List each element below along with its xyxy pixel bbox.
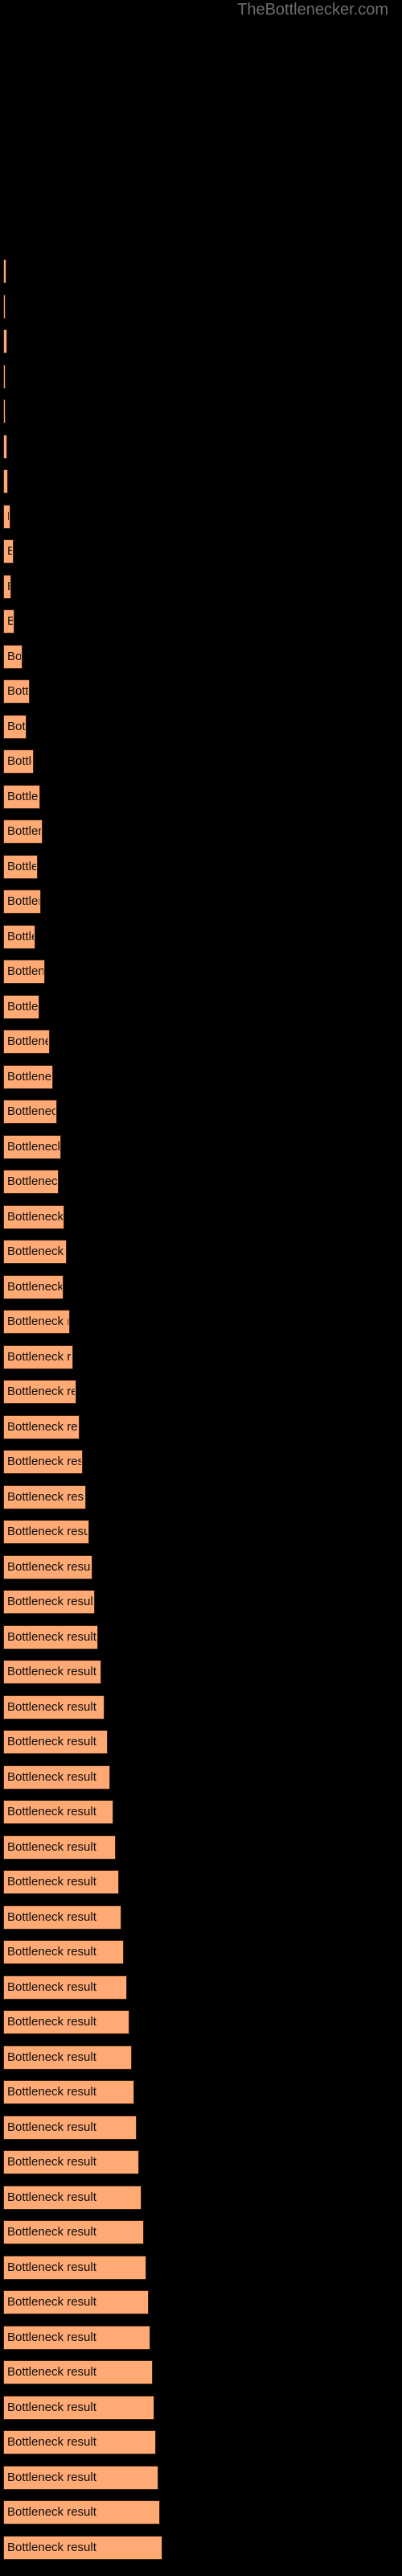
bar[interactable] bbox=[3, 399, 6, 423]
bar[interactable] bbox=[3, 1520, 89, 1544]
bar[interactable] bbox=[3, 645, 23, 669]
page-root: TheBottlenecker.com Bottleneck resultBot… bbox=[0, 0, 402, 2576]
bar[interactable] bbox=[3, 469, 8, 493]
bar[interactable] bbox=[3, 2500, 160, 2524]
bar[interactable] bbox=[3, 890, 41, 914]
bar[interactable] bbox=[3, 2080, 134, 2104]
bar[interactable] bbox=[3, 715, 27, 739]
bar[interactable] bbox=[3, 329, 7, 353]
bar[interactable] bbox=[3, 925, 35, 949]
bar[interactable] bbox=[3, 1415, 80, 1439]
bar[interactable] bbox=[3, 1800, 113, 1824]
bar[interactable] bbox=[3, 1170, 59, 1194]
bar[interactable] bbox=[3, 1660, 101, 1684]
bar[interactable] bbox=[3, 855, 38, 879]
bar[interactable] bbox=[3, 1590, 95, 1614]
bottleneck-bar-chart: Bottleneck resultBottleneck resultBottle… bbox=[0, 0, 402, 2576]
bar[interactable] bbox=[3, 679, 30, 704]
bar[interactable] bbox=[3, 539, 14, 564]
bar[interactable] bbox=[3, 1205, 64, 1229]
bar[interactable] bbox=[3, 2046, 132, 2070]
bar[interactable] bbox=[3, 1625, 98, 1649]
bar[interactable] bbox=[3, 2326, 150, 2350]
bar[interactable] bbox=[3, 1135, 61, 1159]
bar[interactable] bbox=[3, 1905, 121, 1930]
bar[interactable] bbox=[3, 1240, 67, 1264]
bar[interactable] bbox=[3, 365, 6, 389]
bar[interactable] bbox=[3, 1730, 108, 1754]
bar[interactable] bbox=[3, 749, 34, 774]
bar[interactable] bbox=[3, 1310, 70, 1334]
bar[interactable] bbox=[3, 259, 6, 283]
bar[interactable] bbox=[3, 2360, 153, 2384]
bar[interactable] bbox=[3, 995, 39, 1019]
bar[interactable] bbox=[3, 2010, 129, 2034]
bar[interactable] bbox=[3, 2220, 144, 2244]
bar[interactable] bbox=[3, 1555, 92, 1579]
bar[interactable] bbox=[3, 1380, 76, 1404]
bar[interactable] bbox=[3, 785, 40, 809]
bar[interactable] bbox=[3, 1485, 86, 1509]
bar[interactable] bbox=[3, 1345, 73, 1369]
bar[interactable] bbox=[3, 1065, 53, 1089]
bar[interactable] bbox=[3, 295, 6, 319]
bar[interactable] bbox=[3, 819, 43, 844]
bar[interactable] bbox=[3, 2116, 137, 2140]
bar[interactable] bbox=[3, 1450, 83, 1474]
bar[interactable] bbox=[3, 1975, 127, 2000]
bar[interactable] bbox=[3, 1765, 110, 1790]
bar[interactable] bbox=[3, 1275, 64, 1299]
bar[interactable] bbox=[3, 2466, 158, 2490]
bar[interactable] bbox=[3, 609, 14, 634]
bar[interactable] bbox=[3, 1030, 50, 1054]
bar[interactable] bbox=[3, 1100, 57, 1124]
bar[interactable] bbox=[3, 435, 7, 459]
bar[interactable] bbox=[3, 1940, 124, 1964]
bar[interactable] bbox=[3, 1870, 119, 1894]
bar[interactable] bbox=[3, 2396, 154, 2420]
bar[interactable] bbox=[3, 1695, 105, 1719]
bar[interactable] bbox=[3, 2150, 139, 2174]
bar[interactable] bbox=[3, 2186, 142, 2210]
bar[interactable] bbox=[3, 2256, 146, 2280]
bar[interactable] bbox=[3, 1835, 116, 1860]
bar[interactable] bbox=[3, 2290, 149, 2314]
bar[interactable] bbox=[3, 2430, 156, 2454]
bar[interactable] bbox=[3, 575, 11, 599]
bar[interactable] bbox=[3, 505, 10, 529]
bar[interactable] bbox=[3, 2536, 162, 2560]
bar[interactable] bbox=[3, 960, 45, 984]
